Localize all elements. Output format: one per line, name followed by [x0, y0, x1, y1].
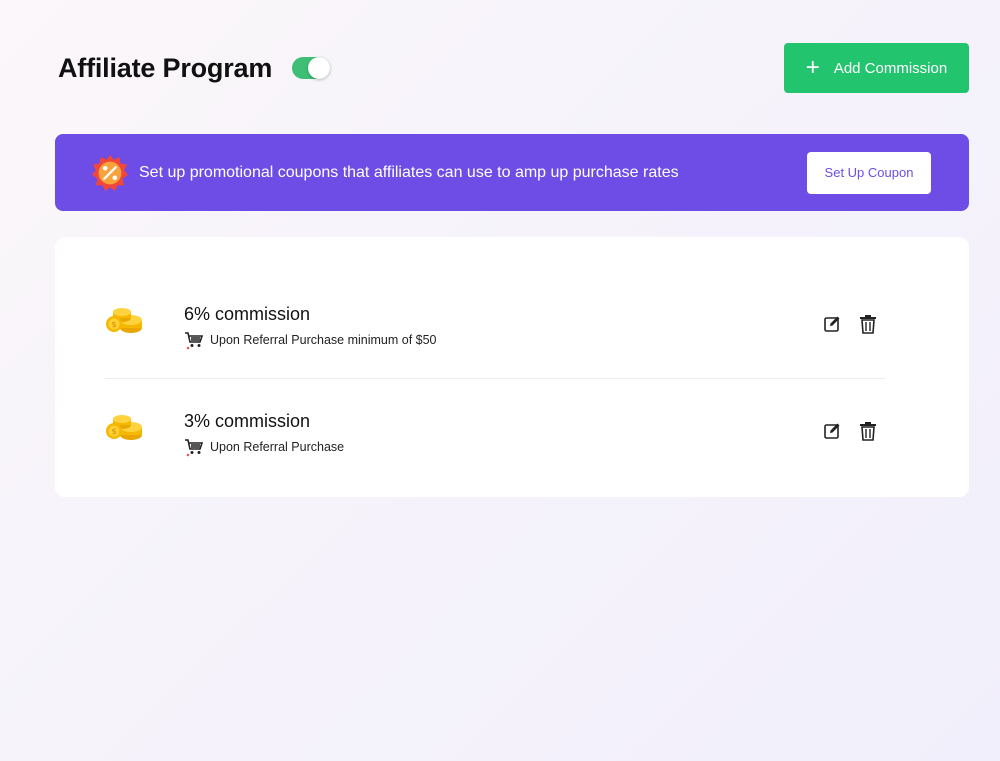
commission-condition-text: Upon Referral Purchase: [210, 440, 345, 454]
svg-text:$: $: [111, 427, 116, 436]
commission-condition: Upon Referral Purchase minimum of $50: [184, 330, 437, 350]
commission-row: $ 3% commission Upon Referral Purchase: [105, 389, 885, 469]
edit-icon[interactable]: [823, 315, 841, 333]
coupon-promo-banner: Set up promotional coupons that affiliat…: [55, 134, 969, 211]
delete-icon[interactable]: [859, 421, 877, 441]
commission-title: 3% commission: [184, 411, 311, 431]
commission-condition: Upon Referral Purchase: [184, 437, 344, 457]
add-commission-label: Add Commission: [833, 59, 948, 77]
commission-row: $ 6% commission Upon Referral Purchase m…: [105, 282, 885, 362]
shopping-cart-icon: [185, 332, 204, 350]
add-commission-button[interactable]: + Add Commission: [784, 43, 969, 93]
commission-title: 6% commission: [184, 304, 311, 324]
svg-text:$: $: [111, 320, 116, 329]
shopping-cart-icon: [185, 439, 204, 457]
toggle-knob: [308, 57, 331, 79]
discount-badge-icon: [91, 154, 129, 191]
row-divider: [105, 378, 885, 379]
set-up-coupon-button[interactable]: Set Up Coupon: [807, 151, 931, 194]
commission-condition-text: Upon Referral Purchase minimum of $50: [210, 333, 437, 347]
commission-list-card: $ 6% commission Upon Referral Purchase m…: [55, 237, 969, 497]
coins-icon: $: [106, 415, 142, 440]
page-header: Affiliate Program + Add Commission: [58, 43, 969, 93]
delete-icon[interactable]: [859, 314, 877, 334]
title-group: Affiliate Program: [58, 52, 331, 84]
edit-icon[interactable]: [823, 422, 841, 440]
coins-icon: $: [106, 308, 142, 333]
affiliate-program-toggle[interactable]: [292, 57, 331, 79]
banner-text: Set up promotional coupons that affiliat…: [139, 163, 679, 181]
page-title: Affiliate Program: [58, 52, 273, 83]
plus-icon: +: [805, 54, 820, 81]
